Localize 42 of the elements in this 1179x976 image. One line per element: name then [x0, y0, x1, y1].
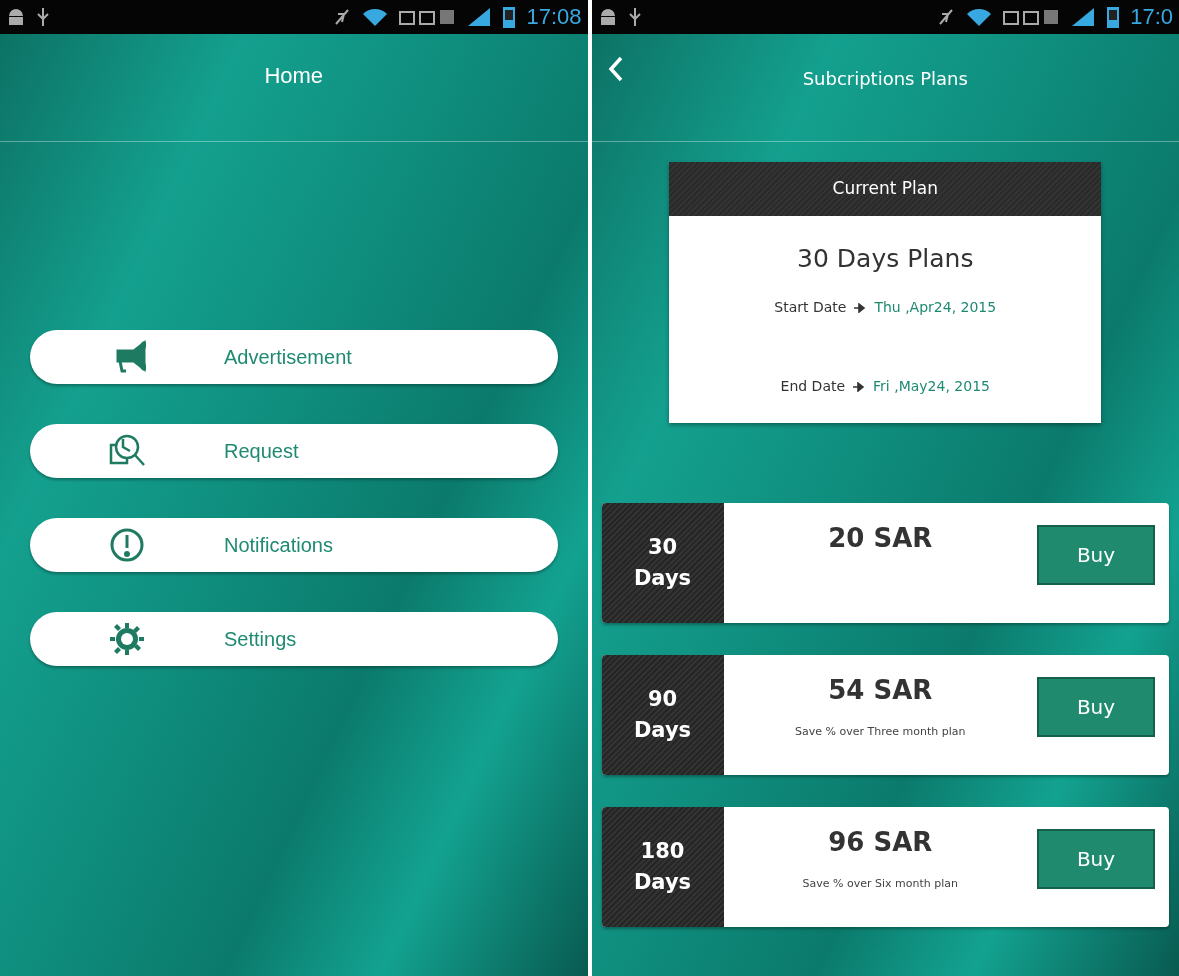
- price: 96 SAR: [828, 826, 933, 859]
- day-unit: Days: [633, 568, 692, 589]
- day-count: 180: [640, 841, 685, 862]
- day-count: 30: [647, 537, 678, 558]
- battery-icon: [1106, 5, 1121, 29]
- day-count: 90: [647, 689, 678, 710]
- date-label: Start Date: [774, 298, 847, 317]
- savings-note: Save % over Three month plan: [795, 724, 966, 740]
- usb-icon: [36, 6, 50, 28]
- price: 20 SAR: [828, 522, 933, 555]
- buy-button[interactable]: Buy: [1037, 829, 1155, 889]
- buy-button[interactable]: Buy: [1037, 525, 1155, 585]
- menu-button[interactable]: Settings: [30, 612, 558, 666]
- chevron-left-icon: [607, 56, 624, 82]
- arrow-right-icon: [853, 381, 866, 392]
- day-unit: Days: [633, 872, 692, 893]
- wifi-icon: [966, 6, 993, 28]
- date-value: Thu ,Apr24, 2015: [874, 298, 997, 317]
- savings-note: Save % over Six month plan: [802, 876, 958, 892]
- plan-name: 30 Days Plans: [796, 242, 975, 275]
- signal-icon: [1070, 6, 1097, 28]
- menu-button[interactable]: Request: [30, 424, 558, 478]
- clock-time: 17:0: [1130, 6, 1173, 28]
- card-header: Current Plan: [669, 162, 1102, 216]
- gear-icon: [108, 621, 146, 657]
- battery-icon: [502, 5, 517, 29]
- buy-button[interactable]: Buy: [1037, 677, 1155, 737]
- exclamation-circle-icon: [108, 527, 146, 563]
- date-label: End Date: [780, 377, 846, 396]
- screen-title: Home: [264, 62, 324, 90]
- screen-title: Subcriptions Plans: [802, 67, 968, 91]
- price: 54 SAR: [828, 674, 933, 707]
- back-button[interactable]: [607, 56, 624, 82]
- signal-icon: [466, 6, 493, 28]
- day-unit: Days: [633, 720, 692, 741]
- arrow-right-icon: [854, 302, 867, 313]
- wifi-icon: [362, 6, 389, 28]
- date-value: Fri ,May24, 2015: [873, 377, 990, 396]
- menu-button[interactable]: Advertisement: [30, 330, 558, 384]
- clock-time: 17:08: [526, 6, 582, 28]
- menu-button[interactable]: Notifications: [30, 518, 558, 572]
- usb-icon: [627, 6, 642, 28]
